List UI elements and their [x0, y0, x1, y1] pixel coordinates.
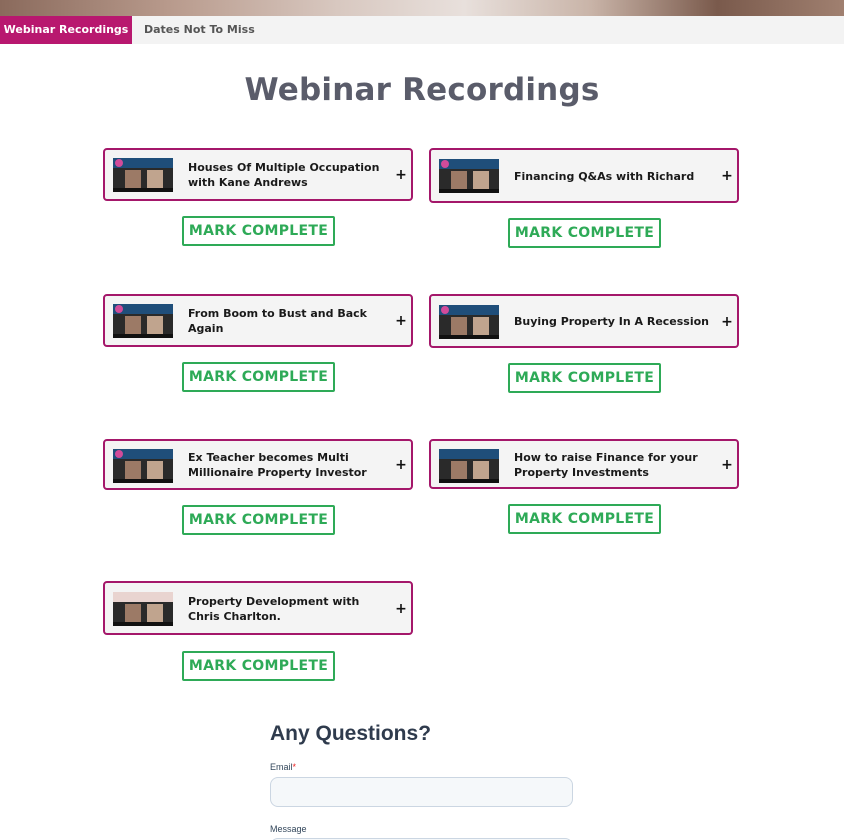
mark-complete-button[interactable]: MARK COMPLETE	[182, 216, 335, 246]
recording-title: Buying Property In A Recession	[514, 314, 710, 328]
video-thumbnail	[113, 592, 173, 626]
email-label: Email*	[270, 762, 296, 772]
expand-plus-icon[interactable]: +	[721, 169, 733, 183]
recording-card[interactable]: Houses Of Multiple Occupation with Kane …	[103, 148, 413, 201]
video-thumbnail	[113, 304, 173, 338]
tab-bar: Webinar Recordings Dates Not To Miss	[0, 16, 844, 44]
mark-complete-button[interactable]: MARK COMPLETE	[508, 504, 661, 534]
tab-dates-not-to-miss[interactable]: Dates Not To Miss	[134, 16, 265, 44]
mark-complete-button[interactable]: MARK COMPLETE	[182, 651, 335, 681]
mark-complete-button[interactable]: MARK COMPLETE	[182, 505, 335, 535]
recording-title: Financing Q&As with Richard	[514, 169, 695, 183]
recording-card[interactable]: Financing Q&As with Richard +	[429, 148, 739, 203]
video-thumbnail	[113, 449, 173, 483]
email-label-text: Email	[270, 762, 293, 772]
page-title: Webinar Recordings	[244, 72, 600, 108]
expand-plus-icon[interactable]: +	[395, 314, 407, 328]
recording-card[interactable]: How to raise Finance for your Property I…	[429, 439, 739, 489]
video-thumbnail	[439, 159, 499, 193]
expand-plus-icon[interactable]: +	[721, 315, 733, 329]
tab-webinar-recordings[interactable]: Webinar Recordings	[0, 16, 132, 44]
expand-plus-icon[interactable]: +	[395, 458, 407, 472]
message-label: Message	[270, 824, 307, 834]
video-thumbnail	[113, 158, 173, 192]
video-thumbnail	[439, 449, 499, 483]
video-thumbnail	[439, 305, 499, 339]
expand-plus-icon[interactable]: +	[721, 458, 733, 472]
required-marker: *	[292, 762, 297, 772]
email-field[interactable]	[270, 777, 573, 807]
recording-title: Houses Of Multiple Occupation with Kane …	[188, 161, 380, 189]
mark-complete-button[interactable]: MARK COMPLETE	[182, 362, 335, 392]
recording-card[interactable]: From Boom to Bust and Back Again +	[103, 294, 413, 347]
mark-complete-button[interactable]: MARK COMPLETE	[508, 363, 661, 393]
mark-complete-button[interactable]: MARK COMPLETE	[508, 218, 661, 248]
recording-title: Ex Teacher becomes Multi Millionaire Pro…	[188, 451, 367, 479]
recording-title: Property Development with Chris Charlton…	[188, 595, 360, 623]
recording-title: How to raise Finance for your Property I…	[514, 451, 698, 479]
expand-plus-icon[interactable]: +	[395, 168, 407, 182]
expand-plus-icon[interactable]: +	[395, 602, 407, 616]
recording-card[interactable]: Ex Teacher becomes Multi Millionaire Pro…	[103, 439, 413, 490]
recording-card[interactable]: Buying Property In A Recession +	[429, 294, 739, 348]
recording-title: From Boom to Bust and Back Again	[188, 307, 367, 335]
recording-card[interactable]: Property Development with Chris Charlton…	[103, 581, 413, 635]
header-banner-image	[0, 0, 844, 16]
questions-heading: Any Questions?	[270, 722, 432, 745]
